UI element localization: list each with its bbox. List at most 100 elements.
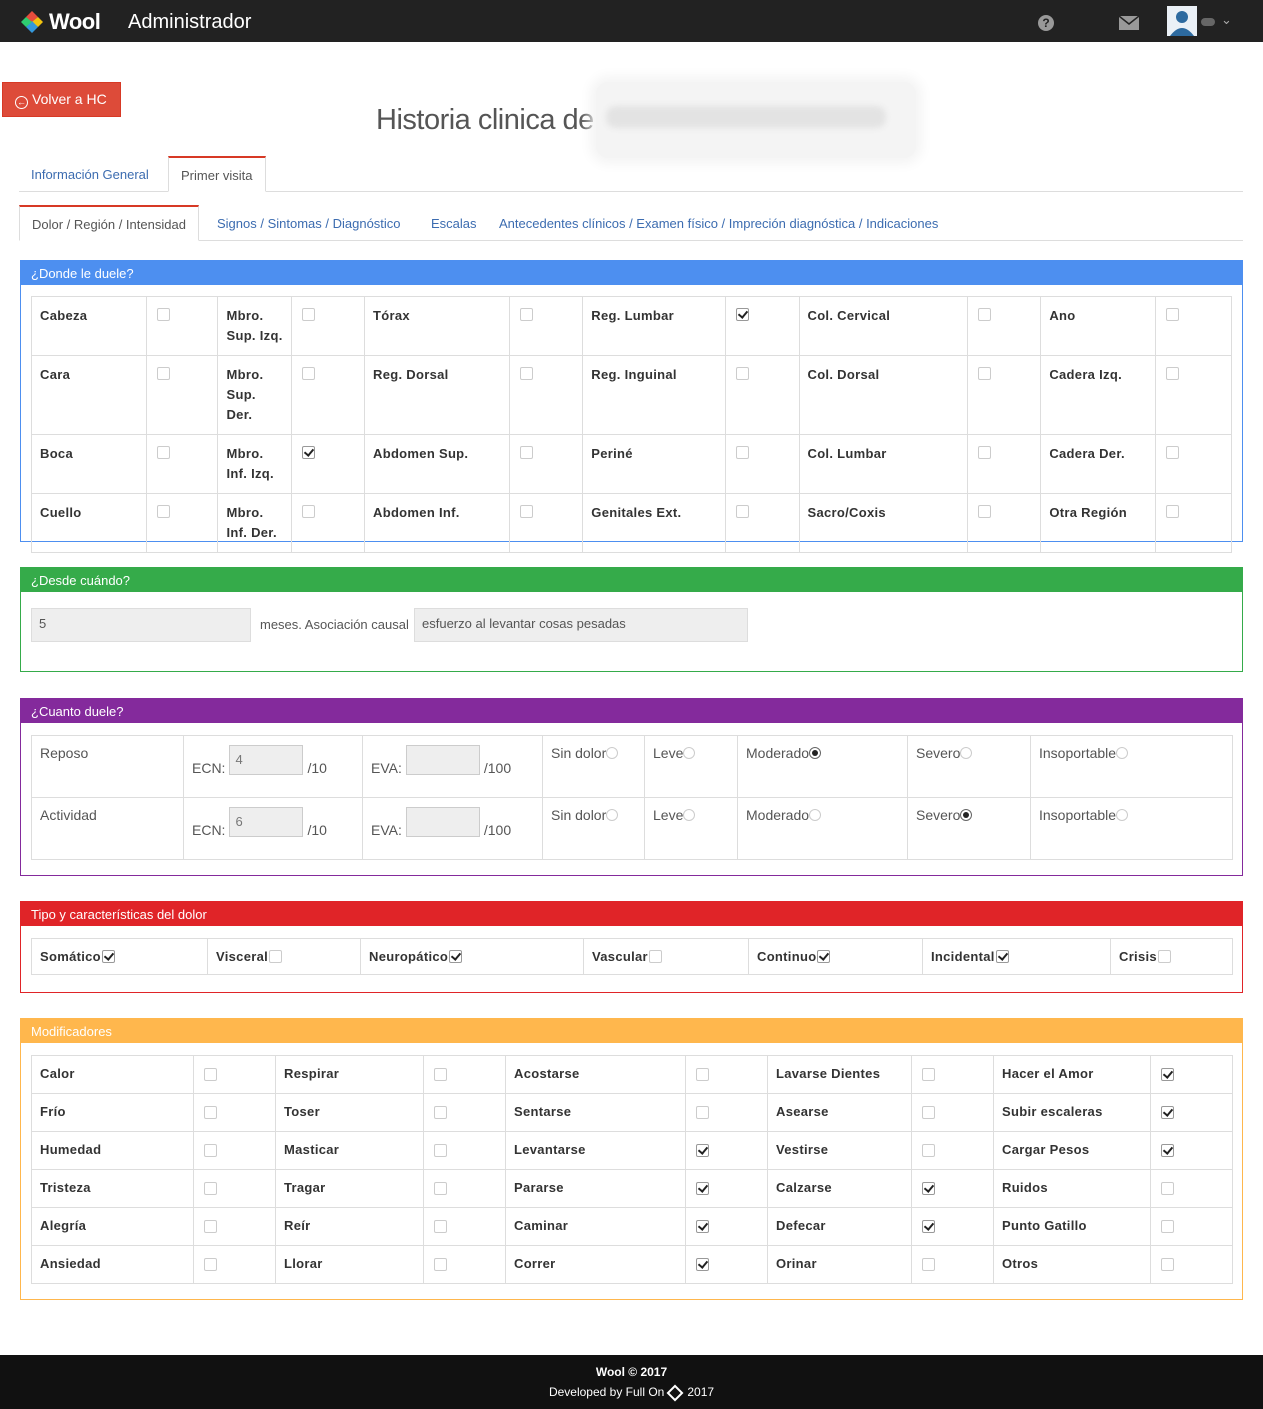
pain-sin-dolor-radio[interactable] (606, 809, 619, 821)
region-col-lumbar-checkbox[interactable] (977, 446, 991, 459)
modifier-row: Ansiedad Llorar Correr Orinar Otros (31, 1245, 1233, 1284)
modifier-respirar-checkbox[interactable] (434, 1068, 447, 1081)
modifier-correr-checkbox[interactable] (696, 1258, 709, 1271)
modifier-humedad-checkbox[interactable] (204, 1144, 217, 1157)
tab-dolor-region[interactable]: Dolor / Región / Intensidad (19, 205, 199, 241)
tab-primer-visita[interactable]: Primer visita (168, 156, 266, 192)
region-abdomen-sup-checkbox[interactable] (519, 446, 533, 459)
region-cara-checkbox[interactable] (156, 367, 170, 380)
ecn-input[interactable]: 6 (229, 807, 304, 837)
region-otra-region-checkbox[interactable] (1166, 505, 1180, 518)
region-checkbox-cell (508, 493, 584, 553)
modifier-calzarse-checkbox[interactable] (922, 1182, 935, 1195)
modifier-alegria-checkbox[interactable] (204, 1220, 217, 1233)
back-button-label: Volver a HC (32, 91, 107, 107)
modifier-cargar-pesos-checkbox[interactable] (1161, 1144, 1174, 1157)
tab-signos[interactable]: Signos / Sintomas / Diagnóstico (205, 205, 413, 240)
modifier-tragar-checkbox[interactable] (434, 1182, 447, 1195)
modifier-hacer-el-amor-checkbox[interactable] (1161, 1068, 1174, 1081)
modifier-calor-checkbox[interactable] (204, 1068, 217, 1081)
type-crisis-checkbox[interactable] (1157, 950, 1171, 963)
user-name-redacted[interactable] (1201, 18, 1215, 26)
region-perine-checkbox[interactable] (735, 446, 749, 459)
modifier-punto-gatillo-checkbox[interactable] (1161, 1220, 1174, 1233)
region-reg-inguinal-checkbox[interactable] (735, 367, 749, 380)
modifier-llorar-checkbox[interactable] (434, 1258, 447, 1271)
modifier-caminar-checkbox[interactable] (696, 1220, 709, 1233)
modifier-tristeza-checkbox[interactable] (204, 1182, 217, 1195)
modifier-masticar-checkbox[interactable] (434, 1144, 447, 1157)
pain-sin-dolor-radio[interactable] (606, 747, 619, 759)
tab-escalas[interactable]: Escalas (419, 205, 489, 240)
region-genitales-ext-checkbox[interactable] (735, 505, 749, 518)
pain-moderado-radio[interactable] (809, 747, 822, 759)
modifier-ruidos-checkbox[interactable] (1161, 1182, 1174, 1195)
modifier-orinar-checkbox[interactable] (922, 1258, 935, 1271)
eva-suffix: /100 (483, 822, 512, 838)
region-mbro-inf-izq-checkbox[interactable] (302, 446, 316, 459)
pain-severo-radio[interactable] (960, 747, 973, 759)
region-reg-lumbar-checkbox[interactable] (735, 308, 749, 321)
tab-informacion-general[interactable]: Información General (19, 156, 161, 191)
region-col-dorsal-checkbox[interactable] (977, 367, 991, 380)
region-boca-checkbox[interactable] (156, 446, 170, 459)
region-cabeza-checkbox[interactable] (156, 308, 170, 321)
modifier-pararse-checkbox[interactable] (696, 1182, 709, 1195)
pain-leve-radio[interactable] (683, 747, 696, 759)
modifier-toser-checkbox[interactable] (434, 1106, 447, 1119)
modifier-frio-checkbox[interactable] (204, 1106, 217, 1119)
modifier-levantarse-checkbox[interactable] (696, 1144, 709, 1157)
mail-icon[interactable] (1119, 16, 1139, 30)
modifier-lavarse-dientes-checkbox[interactable] (922, 1068, 935, 1081)
duration-input[interactable]: 5 (31, 608, 251, 642)
region-checkbox-cell (291, 296, 366, 356)
modifier-sentarse-checkbox[interactable] (696, 1106, 709, 1119)
modifier-otros-checkbox[interactable] (1161, 1258, 1174, 1271)
eva-input[interactable] (405, 745, 480, 775)
modifier-vestirse-checkbox[interactable] (922, 1144, 935, 1157)
region-ano-checkbox[interactable] (1166, 308, 1180, 321)
pain-insoportable-radio[interactable] (1116, 747, 1129, 759)
modifier-ansiedad-checkbox[interactable] (204, 1258, 217, 1271)
region-torax-checkbox[interactable] (519, 308, 533, 321)
modifier-subir-escaleras-checkbox[interactable] (1161, 1106, 1174, 1119)
footer-developer[interactable]: Developed by Full On (549, 1385, 664, 1399)
region-cadera-izq-checkbox[interactable] (1166, 367, 1180, 380)
pain-insoportable-radio[interactable] (1116, 809, 1129, 821)
region-cadera-der-checkbox[interactable] (1166, 446, 1180, 459)
region-cuello-checkbox[interactable] (156, 505, 170, 518)
ecn-suffix: /10 (307, 822, 327, 838)
chevron-down-icon[interactable]: ⌄ (1221, 12, 1232, 28)
causal-association-input[interactable]: esfuerzo al levantar cosas pesadas (414, 608, 748, 642)
region-reg-dorsal-checkbox[interactable] (519, 367, 533, 380)
type-vascular-checkbox[interactable] (648, 950, 662, 963)
modifier-defecar-checkbox[interactable] (922, 1220, 935, 1233)
help-icon[interactable]: ? (1038, 15, 1054, 31)
eva-input[interactable] (405, 807, 480, 837)
user-avatar[interactable] (1167, 6, 1197, 36)
type-continuo-checkbox[interactable] (817, 950, 831, 963)
type-incidental-checkbox[interactable] (995, 950, 1009, 963)
pain-row-label: Reposo (31, 735, 184, 798)
type-visceral-checkbox[interactable] (269, 950, 283, 963)
region-checkbox-cell (145, 355, 219, 435)
pain-moderado-radio[interactable] (809, 809, 822, 821)
region-abdomen-inf-checkbox[interactable] (519, 505, 533, 518)
region-col-cervical-checkbox[interactable] (977, 308, 991, 321)
pain-severo-radio[interactable] (960, 809, 973, 821)
pain-leve-radio[interactable] (683, 809, 696, 821)
modifier-reir-checkbox[interactable] (434, 1220, 447, 1233)
region-mbro-inf-der-checkbox[interactable] (302, 505, 316, 518)
modifier-acostarse-checkbox[interactable] (696, 1068, 709, 1081)
back-to-hc-button[interactable]: ← Volver a HC (2, 82, 121, 117)
tab-antecedentes[interactable]: Antecedentes clínicos / Examen físico / … (487, 205, 950, 240)
modifier-asearse-checkbox[interactable] (922, 1106, 935, 1119)
brand-name[interactable]: Wool (49, 9, 101, 35)
region-mbro-sup-izq-checkbox[interactable] (302, 308, 316, 321)
region-mbro-sup-der-checkbox[interactable] (302, 367, 316, 380)
type-somatico-checkbox[interactable] (101, 950, 115, 963)
panel-desde-cuando: ¿Desde cuándo? 5 meses. Asociación causa… (20, 567, 1243, 672)
region-sacro-coxis-checkbox[interactable] (977, 505, 991, 518)
type-neuropatico-checkbox[interactable] (449, 950, 463, 963)
ecn-input[interactable]: 4 (229, 745, 304, 775)
